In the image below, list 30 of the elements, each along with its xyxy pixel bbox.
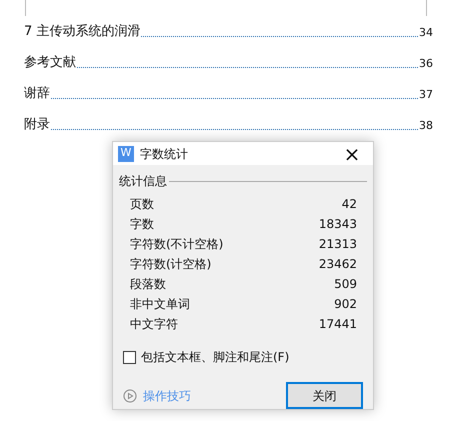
stat-value: 509 [334,276,357,293]
stat-value: 18343 [318,216,357,233]
dialog-title: 字数统计 [140,146,189,162]
stat-label: 字符数(计空格) [130,256,212,273]
play-icon [123,388,137,402]
stat-label: 页数 [130,196,154,213]
toc-page-number: 36 [419,56,433,72]
stat-label: 字符数(不计空格) [130,236,224,253]
stat-label: 中文字符 [130,316,178,333]
checkbox-label[interactable]: 包括文本框、脚注和尾注(F) [141,348,290,366]
toc-entry-title[interactable]: 参考文献 [24,52,76,72]
stat-label: 段落数 [130,276,166,293]
toc-page-number: 38 [419,118,433,134]
close-dialog-button[interactable]: 关闭 [286,382,363,409]
stat-value: 17441 [318,316,357,333]
stat-value: 42 [342,196,357,213]
stat-label: 字数 [130,216,154,233]
toc-page-number: 37 [419,86,433,102]
stat-value: 23462 [318,256,357,273]
close-button[interactable]: × [342,144,362,164]
app-icon: W [118,146,134,162]
checkbox[interactable] [123,350,136,364]
toc-entry-title[interactable]: 谢辞 [24,84,50,103]
toc-page-number: 34 [419,24,433,40]
stat-label: 非中文单词 [130,296,190,313]
stat-value: 21313 [318,236,357,253]
group-label: 统计信息 [119,173,167,190]
toc-entry-title[interactable]: 7 主传动系统的润滑 [24,22,140,41]
toc-entry-title[interactable]: 附录 [24,114,50,134]
stat-value: 902 [334,296,357,313]
